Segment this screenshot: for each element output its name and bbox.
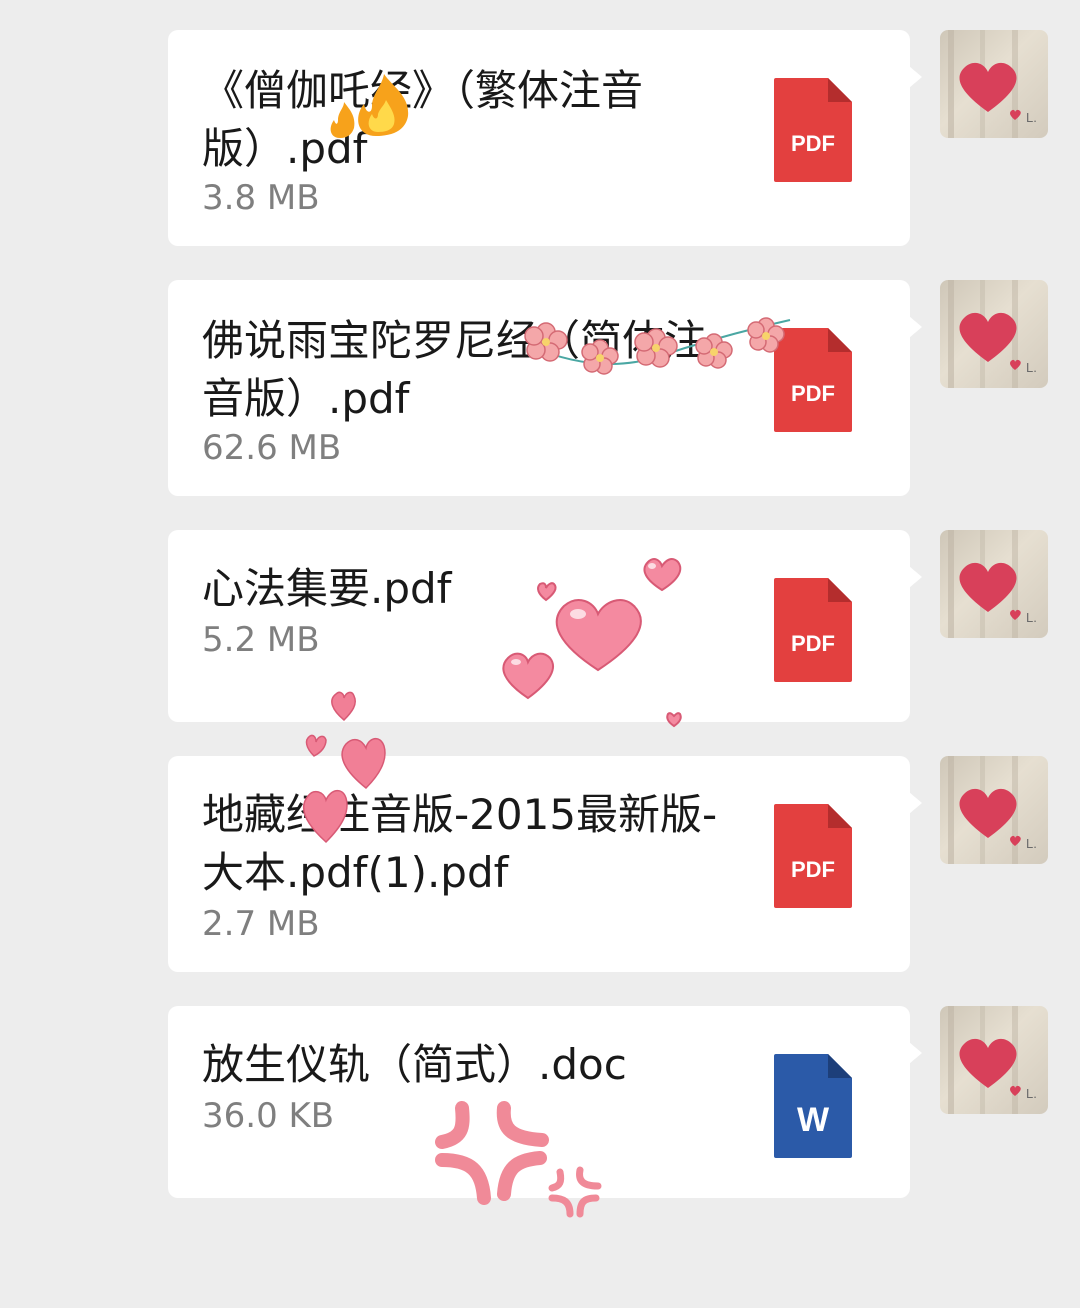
file-size: 62.6 MB <box>202 428 342 468</box>
file-size: 3.8 MB <box>202 178 320 218</box>
pdf-file-icon: PDF <box>774 78 852 182</box>
avatar[interactable]: L. <box>940 756 1048 864</box>
heart-icon <box>959 562 1017 612</box>
svg-text:L.: L. <box>1026 836 1037 851</box>
file-size: 36.0 KB <box>202 1096 335 1136</box>
file-name: 放生仪轨（简式）.doc <box>202 1040 627 1089</box>
svg-text:PDF: PDF <box>791 131 835 156</box>
file-message-bubble[interactable]: 心法集要.pdf 5.2 MB PDF <box>168 530 922 722</box>
heart-icon <box>959 312 1017 362</box>
avatar[interactable]: L. <box>940 280 1048 388</box>
pdf-file-icon: PDF <box>774 804 852 908</box>
heart-icon <box>959 62 1017 112</box>
heart-icon <box>959 788 1017 838</box>
file-message-bubble[interactable]: 佛说雨宝陀罗尼经（简体注音版）.pdf 62.6 MB PDF <box>168 280 922 496</box>
avatar[interactable]: L. <box>940 30 1048 138</box>
svg-text:L.: L. <box>1026 110 1037 125</box>
file-name: 佛说雨宝陀罗尼经（简体注音版）.pdf <box>202 316 707 423</box>
file-message-bubble[interactable]: 《僧伽吒经》（繁体注音版）.pdf 3.8 MB PDF <box>168 30 922 246</box>
file-size: 2.7 MB <box>202 904 320 944</box>
avatar[interactable]: L. <box>940 1006 1048 1114</box>
heart-icon <box>959 1038 1017 1088</box>
svg-text:L.: L. <box>1026 610 1037 625</box>
word-file-icon: W <box>774 1054 852 1158</box>
svg-text:L.: L. <box>1026 1086 1037 1101</box>
svg-text:PDF: PDF <box>791 631 835 656</box>
file-message-bubble[interactable]: 放生仪轨（简式）.doc 36.0 KB W <box>168 1006 922 1198</box>
svg-text:PDF: PDF <box>791 857 835 882</box>
pdf-file-icon: PDF <box>774 578 852 682</box>
avatar[interactable]: L. <box>940 530 1048 638</box>
svg-text:L.: L. <box>1026 360 1037 375</box>
pdf-file-icon: PDF <box>774 328 852 432</box>
file-name: 《僧伽吒经》（繁体注音版）.pdf <box>202 66 644 173</box>
svg-text:W: W <box>797 1101 830 1139</box>
file-size: 5.2 MB <box>202 620 320 660</box>
file-name: 心法集要.pdf <box>202 564 452 613</box>
file-name: 地藏经注音版-2015最新版-大本.pdf(1).pdf <box>202 790 718 897</box>
svg-text:PDF: PDF <box>791 381 835 406</box>
file-message-bubble[interactable]: 地藏经注音版-2015最新版-大本.pdf(1).pdf 2.7 MB PDF <box>168 756 922 972</box>
